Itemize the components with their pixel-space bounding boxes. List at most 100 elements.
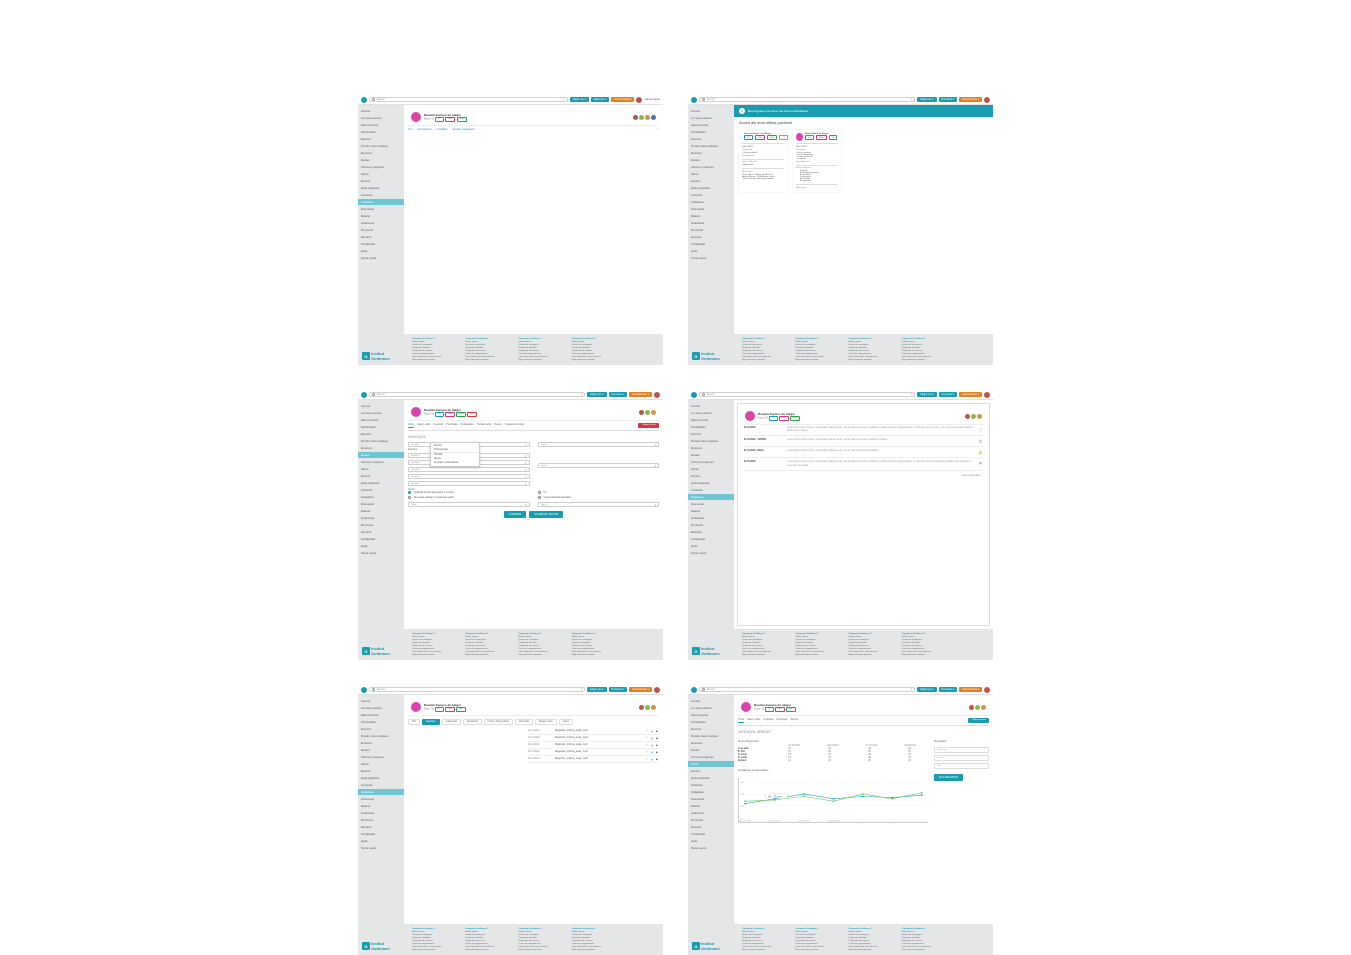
footer-link[interactable]: Programa d'ajudes	[412, 347, 457, 349]
footer-link[interactable]: Enllaç extern	[412, 931, 457, 933]
footer-link[interactable]: Gestor de continguts	[795, 934, 840, 936]
sidebar-item[interactable]: Emocions	[688, 150, 734, 156]
footer-link[interactable]: Programa d'ajudes	[465, 937, 510, 939]
sidebar-item[interactable]: Ajuda registrada	[688, 775, 734, 781]
sidebar-item[interactable]: Salut i benestar	[358, 712, 404, 718]
user-avatar[interactable]	[984, 392, 990, 398]
footer-link[interactable]: Enllaç extern	[465, 636, 510, 638]
footer-link[interactable]: Programa d'ajudes	[849, 347, 894, 349]
tab[interactable]: Terapèutic social	[505, 423, 524, 428]
footer-link[interactable]: Enllaç extern	[572, 931, 617, 933]
footer-link[interactable]: Caixa de suggeriments	[795, 648, 840, 650]
sidebar-item[interactable]: Emocions	[688, 445, 734, 451]
subtab[interactable]: Altres	[559, 719, 573, 725]
footer-link[interactable]: Caixa de suggeriments	[849, 353, 894, 355]
filter-field[interactable]: Ítem de	[934, 755, 989, 761]
file-action-icon[interactable]: ▶	[655, 729, 659, 733]
sidebar-item[interactable]: Ajuda	[688, 543, 734, 549]
footer-link[interactable]: Programa d'ajudes	[465, 347, 510, 349]
btn-add[interactable]: Afegir nou ▾	[917, 392, 936, 397]
sidebar-item[interactable]: Cuidadores	[688, 199, 734, 205]
user-avatar[interactable]	[984, 687, 990, 693]
footer-link[interactable]: Gestor de continguts	[849, 344, 894, 346]
footer-link[interactable]: Gestor de continguts	[849, 639, 894, 641]
sidebar-item[interactable]: Ajuda	[688, 838, 734, 844]
tab[interactable]: Fisioteràpia	[461, 423, 474, 428]
footer-link[interactable]: Programa d'ajudes	[849, 937, 894, 939]
tab[interactable]: Resum	[791, 718, 799, 723]
footer-link[interactable]: Gestor de continguts	[902, 934, 947, 936]
btn-add[interactable]: Afegir nou ▾	[917, 97, 936, 102]
file-action-icon[interactable]: ▶	[655, 757, 659, 761]
footer-link[interactable]: Programa d'ajudes	[465, 642, 510, 644]
footer-link[interactable]: Gestor de continguts	[465, 934, 510, 936]
sidebar-item[interactable]: Contenido	[688, 192, 734, 198]
sidebar-item[interactable]: Pla d'acció	[358, 227, 404, 233]
subtab[interactable]: Informe final evolutiu	[484, 719, 513, 725]
footer-link[interactable]: Gestor de continguts	[519, 344, 564, 346]
sidebar-item[interactable]: Ajuda	[358, 838, 404, 844]
btn-add[interactable]: Afegir nou ▾	[587, 687, 606, 692]
entry-icon[interactable]: ⊞	[978, 461, 983, 466]
sidebar-item[interactable]: Educació	[358, 529, 404, 535]
sidebar-item[interactable]: Pla d'acció	[358, 522, 404, 528]
sidebar-item[interactable]: Emocions	[358, 740, 404, 746]
footer-link[interactable]: Programa d'ajudes	[902, 937, 947, 939]
sidebar-item[interactable]: Fitxa actual	[358, 796, 404, 802]
btn-admin[interactable]: Administració ▾	[959, 392, 982, 397]
footer-link[interactable]: Caixa de suggeriments	[902, 648, 947, 650]
sidebar-item[interactable]: Pla d'acció	[688, 522, 734, 528]
sidebar-item[interactable]: Cuidadores	[688, 494, 734, 500]
sidebar-item[interactable]: Nutrició/dieta	[358, 129, 404, 135]
sidebar-item[interactable]: Informes i preguntes	[358, 754, 404, 760]
patient-card[interactable]: Noemia Fumero de AlegreDTLBFESP+1Edat: 5…	[739, 130, 787, 192]
sidebar-item[interactable]: Nutrició/dieta	[688, 719, 734, 725]
file-action-icon[interactable]: 📊	[650, 743, 654, 747]
subtab[interactable]: Anamnesis	[442, 719, 461, 725]
footer-link[interactable]: Programa de recerca	[849, 940, 894, 942]
sidebar-item[interactable]: Educació	[358, 824, 404, 830]
sidebar-item[interactable]: Tancar sessió	[358, 845, 404, 851]
footer-link[interactable]: Blog informatiu primària	[795, 654, 840, 656]
sidebar-item[interactable]: Contenido	[688, 782, 734, 788]
footer-link[interactable]: Blog informatiu primària	[572, 359, 617, 361]
file-action-icon[interactable]: ⤓	[645, 757, 649, 761]
footer-link[interactable]: Caixa de suggeriments	[849, 648, 894, 650]
footer-link[interactable]: Blog informatiu primària	[742, 949, 787, 951]
sidebar-item[interactable]: Contenido	[358, 782, 404, 788]
footer-link[interactable]: Línia d'educació sexo-afectiva	[849, 356, 894, 358]
footer-link[interactable]: Enllaç extern	[849, 931, 894, 933]
footer-link[interactable]: Programa de recerca	[742, 940, 787, 942]
footer-link[interactable]: Caixa de suggeriments	[412, 648, 457, 650]
footer-link[interactable]: Caixa de suggeriments	[412, 353, 457, 355]
select[interactable]: Família 3▾	[408, 467, 530, 472]
footer-link[interactable]: Blog informatiu primària	[412, 359, 457, 361]
sidebar-item[interactable]: Configuració	[358, 536, 404, 542]
footer-link[interactable]: Blog informatiu primària	[849, 949, 894, 951]
footer-link[interactable]: Enllaç extern	[795, 931, 840, 933]
footer-link[interactable]: Línia d'educació sexo-afectiva	[465, 946, 510, 948]
btn-resources[interactable]: Recursos ▾	[591, 97, 610, 102]
sidebar-item[interactable]: Emocions	[358, 445, 404, 451]
sidebar-item[interactable]: Configuració	[358, 831, 404, 837]
file-action-icon[interactable]: ▶	[655, 736, 659, 740]
sidebar-item[interactable]: Audiovisual	[358, 515, 404, 521]
user-avatar[interactable]	[636, 97, 642, 103]
file-action-icon[interactable]: ⤓	[645, 729, 649, 733]
tab[interactable]: Psicologia	[776, 718, 787, 723]
footer-link[interactable]: Línia d'educació sexo-afectiva	[572, 356, 617, 358]
select[interactable]: Família 4▾	[408, 474, 530, 479]
footer-link[interactable]: Programa de recerca	[572, 350, 617, 352]
sidebar-item[interactable]: Exercicis	[688, 726, 734, 732]
sidebar-item[interactable]: Tancar sessió	[358, 255, 404, 261]
footer-link[interactable]: Programa de recerca	[412, 645, 457, 647]
file-action-icon[interactable]: 📊	[650, 736, 654, 740]
sidebar-item[interactable]: Contenido	[358, 487, 404, 493]
sidebar-item[interactable]: Audiovisual	[688, 515, 734, 521]
sidebar-item[interactable]: Escales	[358, 452, 404, 458]
footer-link[interactable]: Programa d'ajudes	[412, 937, 457, 939]
sidebar-item[interactable]: Configuració	[358, 241, 404, 247]
tab[interactable]: Treball social	[477, 423, 492, 428]
sidebar-item[interactable]: Material	[358, 803, 404, 809]
sidebar-item[interactable]: Ajuda registrada	[688, 480, 734, 486]
